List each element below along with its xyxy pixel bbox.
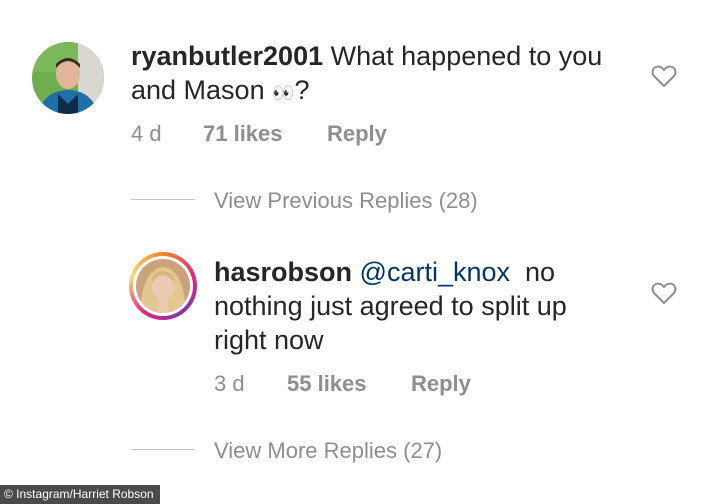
comment-1-body-end: ? [294,75,310,105]
view-more-replies-button[interactable]: View More Replies (27) [214,438,442,464]
comment-1-body-line2: and Mason [131,75,265,105]
comment-2-time: 3 d [214,371,245,396]
comment-1-reply-button[interactable]: Reply [327,121,387,147]
comment-1-time: 4 d [131,121,162,146]
comment-2-username[interactable]: hasrobson [214,257,352,287]
comment-2-text: hasrobson @carti_knox no nothing just ag… [214,255,644,357]
replies-divider [131,199,195,200]
avatar-hasrobson[interactable] [129,252,197,320]
comment-2-body-line2: nothing just agreed to split up [214,291,567,321]
heart-icon[interactable] [651,281,677,305]
photo-credit: © Instagram/Harriet Robson [0,485,160,504]
view-previous-replies-button[interactable]: View Previous Replies (28) [214,188,478,214]
comment-2-meta: 3 d 55 likes Reply [214,371,514,397]
comment-1-username[interactable]: ryanbutler2001 [131,41,323,71]
comment-1-text: ryanbutler2001 What happened to you and … [131,39,631,110]
comment-2-body-part1: no [525,257,556,287]
eyes-emoji: 👀 [272,83,295,103]
replies-divider [131,449,195,450]
comment-2-likes[interactable]: 55 likes [287,371,367,397]
comment-2-reply-button[interactable]: Reply [411,371,471,397]
avatar-ryanbutler2001[interactable] [32,42,104,114]
comment-1-body-line1: What happened to you [330,41,603,71]
comment-1-likes[interactable]: 71 likes [203,121,283,147]
heart-icon[interactable] [651,64,677,88]
mention-link[interactable]: @carti_knox [360,257,510,287]
comment-2-body-line3: right now [214,325,324,355]
comment-1-meta: 4 d 71 likes Reply [131,121,431,147]
